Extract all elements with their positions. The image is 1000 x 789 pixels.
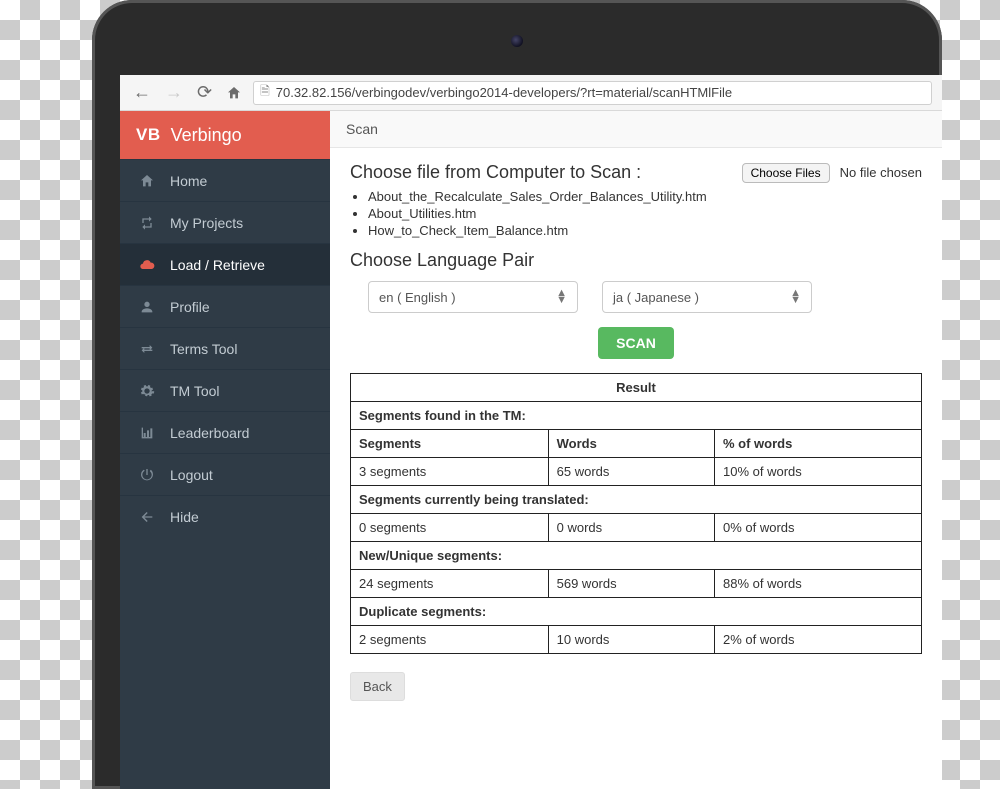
- arrow-left-icon: [138, 508, 156, 525]
- page-icon: 🗎: [260, 82, 270, 103]
- power-icon: [138, 466, 156, 483]
- cell-words: 569 words: [548, 570, 714, 598]
- cell-percent: 2% of words: [715, 626, 922, 654]
- caret-icon: ▲▼: [556, 290, 567, 303]
- sidebar-item-label: TM Tool: [170, 383, 220, 399]
- sidebar-item-profile[interactable]: Profile: [120, 285, 330, 327]
- home-nav-icon[interactable]: [223, 82, 245, 103]
- back-button[interactable]: Back: [350, 672, 405, 701]
- cell-segments: 3 segments: [351, 458, 549, 486]
- main-panel: Scan Choose file from Computer to Scan :…: [330, 111, 942, 789]
- sidebar-item-label: My Projects: [170, 215, 243, 231]
- col-header: Segments: [351, 430, 549, 458]
- sidebar-item-label: Hide: [170, 509, 199, 525]
- back-nav-icon[interactable]: ←: [130, 82, 154, 103]
- source-language-value: en ( English ): [379, 290, 456, 305]
- sidebar-item-logout[interactable]: Logout: [120, 453, 330, 495]
- content: Choose file from Computer to Scan : Choo…: [330, 148, 942, 715]
- user-icon: [138, 298, 156, 315]
- language-pair-label: Choose Language Pair: [350, 250, 922, 271]
- retweet-icon: [138, 214, 156, 231]
- bar-chart-icon: [138, 424, 156, 441]
- gear-icon: [138, 382, 156, 399]
- cell-words: 10 words: [548, 626, 714, 654]
- cell-segments: 2 segments: [351, 626, 549, 654]
- cell-percent: 88% of words: [715, 570, 922, 598]
- sidebar-item-load-retrieve[interactable]: Load / Retrieve: [120, 243, 330, 285]
- cell-words: 65 words: [548, 458, 714, 486]
- sidebar-item-label: Load / Retrieve: [170, 257, 265, 273]
- file-list-item: About_the_Recalculate_Sales_Order_Balanc…: [368, 189, 922, 204]
- choose-files-button[interactable]: Choose Files: [742, 163, 830, 183]
- browser-toolbar: ← → ⟳ 🗎 70.32.82.156/verbingodev/verbing…: [120, 75, 942, 111]
- target-language-value: ja ( Japanese ): [613, 290, 699, 305]
- sidebar: VB Verbingo Home My Projects: [120, 111, 330, 789]
- result-section-title: Segments currently being translated:: [351, 486, 922, 514]
- sidebar-item-leaderboard[interactable]: Leaderboard: [120, 411, 330, 453]
- forward-nav-icon[interactable]: →: [162, 82, 186, 103]
- file-list-item: How_to_Check_Item_Balance.htm: [368, 223, 922, 238]
- choose-file-row: Choose file from Computer to Scan : Choo…: [350, 162, 922, 183]
- cell-percent: 0% of words: [715, 514, 922, 542]
- language-pair-row: en ( English ) ▲▼ ja ( Japanese ) ▲▼: [368, 281, 922, 313]
- col-header: % of words: [715, 430, 922, 458]
- sidebar-item-label: Logout: [170, 467, 213, 483]
- scan-button[interactable]: SCAN: [598, 327, 674, 359]
- source-language-select[interactable]: en ( English ) ▲▼: [368, 281, 578, 313]
- target-language-select[interactable]: ja ( Japanese ) ▲▼: [602, 281, 812, 313]
- url-bar[interactable]: 🗎 70.32.82.156/verbingodev/verbingo2014-…: [253, 81, 932, 105]
- app-container: VB Verbingo Home My Projects: [120, 111, 942, 789]
- file-list-item: About_Utilities.htm: [368, 206, 922, 221]
- tablet-camera: [511, 35, 523, 47]
- exchange-icon: [138, 340, 156, 357]
- sidebar-item-label: Profile: [170, 299, 210, 315]
- url-text: 70.32.82.156/verbingodev/verbingo2014-de…: [276, 85, 732, 100]
- sidebar-item-home[interactable]: Home: [120, 159, 330, 201]
- cell-segments: 0 segments: [351, 514, 549, 542]
- file-status-text: No file chosen: [840, 165, 922, 180]
- sidebar-item-hide[interactable]: Hide: [120, 495, 330, 537]
- tablet-frame: ← → ⟳ 🗎 70.32.82.156/verbingodev/verbing…: [92, 0, 942, 789]
- result-section-title: Duplicate segments:: [351, 598, 922, 626]
- sidebar-item-label: Terms Tool: [170, 341, 237, 357]
- sidebar-item-label: Home: [170, 173, 207, 189]
- cell-segments: 24 segments: [351, 570, 549, 598]
- result-title: Result: [351, 374, 922, 402]
- brand-logo: VB: [136, 125, 161, 145]
- cloud-icon: [138, 256, 156, 273]
- screen: ← → ⟳ 🗎 70.32.82.156/verbingodev/verbing…: [120, 75, 942, 789]
- reload-icon[interactable]: ⟳: [194, 82, 215, 103]
- file-list: About_the_Recalculate_Sales_Order_Balanc…: [368, 189, 922, 238]
- caret-icon: ▲▼: [790, 290, 801, 303]
- choose-file-label: Choose file from Computer to Scan :: [350, 162, 732, 183]
- sidebar-item-terms-tool[interactable]: Terms Tool: [120, 327, 330, 369]
- brand-header: VB Verbingo: [120, 111, 330, 159]
- sidebar-item-tm-tool[interactable]: TM Tool: [120, 369, 330, 411]
- sidebar-item-label: Leaderboard: [170, 425, 249, 441]
- col-header: Words: [548, 430, 714, 458]
- cell-words: 0 words: [548, 514, 714, 542]
- sidebar-item-my-projects[interactable]: My Projects: [120, 201, 330, 243]
- result-section-title: New/Unique segments:: [351, 542, 922, 570]
- home-icon: [138, 172, 156, 189]
- cell-percent: 10% of words: [715, 458, 922, 486]
- brand-name: Verbingo: [171, 125, 242, 146]
- result-table: Result Segments found in the TM: Segment…: [350, 373, 922, 654]
- result-section-title: Segments found in the TM:: [351, 402, 922, 430]
- page-title: Scan: [330, 111, 942, 148]
